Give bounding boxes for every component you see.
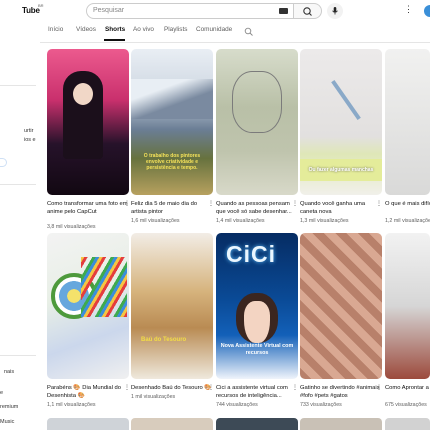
short-views: 1,3 mil visualizações <box>300 218 349 224</box>
sidebar-item-label[interactable]: Music <box>0 419 14 425</box>
short-title[interactable]: O que é mais difícil de Desenhar? <box>385 200 430 216</box>
more-options-icon[interactable]: ⋮ <box>292 200 298 207</box>
short-views: 733 visualizações <box>300 402 342 408</box>
short-views: 1,6 mil visualizações <box>131 218 180 224</box>
short-title[interactable]: Desenhado Baú do Tesouro 🎨 <box>131 384 213 392</box>
short-views: 1 mil visualizações <box>131 394 176 400</box>
youtube-channel-shorts-page: Tube BR Pesquisar ⋮ Início Vídeos Shorts… <box>0 0 430 430</box>
tab-playlists[interactable]: Playlists <box>164 26 187 33</box>
sidebar-divider <box>0 85 36 86</box>
thumbnail-art <box>331 80 361 120</box>
short-thumbnail[interactable]: Baú do Tesouro <box>131 233 213 379</box>
voice-search-button[interactable] <box>327 3 343 19</box>
thumbnail-caption: O trabalho dos pintores envolve criativi… <box>143 153 201 171</box>
short-thumbnail[interactable]: Ou fazer algumas manchas <box>300 49 382 195</box>
search-input[interactable]: Pesquisar <box>86 3 294 19</box>
sidebar-partial-button[interactable] <box>0 158 7 167</box>
sidebar-divider <box>0 184 36 185</box>
short-views: 1,2 mil visualizações <box>385 218 430 224</box>
sidebar-item-label[interactable]: nais <box>4 369 14 375</box>
more-options-icon[interactable]: ⋮ <box>376 200 382 207</box>
search-button[interactable] <box>294 3 322 19</box>
avatar[interactable] <box>424 5 430 17</box>
short-thumbnail[interactable] <box>300 233 382 379</box>
thumbnail-caption: Ou fazer algumas manchas <box>308 167 374 173</box>
more-options-icon[interactable]: ⋮ <box>208 384 214 391</box>
sidebar-divider <box>0 355 36 356</box>
short-title[interactable]: Cici a assistente virtual com recursos d… <box>216 384 298 400</box>
short-thumbnail[interactable] <box>300 418 382 430</box>
thumbnail-caption: CiCi <box>226 241 276 267</box>
active-tab-indicator <box>104 39 125 41</box>
thumbnail-art <box>232 71 282 133</box>
short-thumbnail[interactable] <box>385 418 430 430</box>
sidebar-item-label[interactable]: e <box>0 390 3 396</box>
short-thumbnail[interactable]: CiCi Nova Assistente Virtual com recurso… <box>216 233 298 379</box>
short-views: 675 visualizações <box>385 402 427 408</box>
tab-inicio[interactable]: Início <box>48 26 63 33</box>
more-options-icon[interactable]: ⋮ <box>208 200 214 207</box>
more-options-icon[interactable]: ⋮ <box>404 4 413 15</box>
short-thumbnail[interactable] <box>216 418 298 430</box>
more-options-icon[interactable]: ⋮ <box>292 384 298 391</box>
short-thumbnail[interactable] <box>385 233 430 379</box>
keyboard-icon[interactable] <box>279 8 288 14</box>
short-thumbnail[interactable] <box>216 49 298 195</box>
thumbnail-caption: Nova Assistente Virtual com recursos <box>220 343 294 356</box>
tab-ao-vivo[interactable]: Ao vivo <box>133 26 154 33</box>
short-thumbnail[interactable] <box>47 49 129 195</box>
short-title[interactable]: Gatinho se divertindo #animais #fofo #pe… <box>300 384 382 400</box>
short-thumbnail[interactable] <box>47 233 129 379</box>
short-views: 744 visualizações <box>216 402 258 408</box>
top-header: Tube BR Pesquisar ⋮ <box>0 0 430 22</box>
short-title[interactable]: Quando as pessoas pensam que você só sab… <box>216 200 298 216</box>
short-thumbnail[interactable]: O trabalho dos pintores envolve criativi… <box>131 49 213 195</box>
short-title[interactable]: Feliz dia 5 de maio dia do artista pinto… <box>131 200 213 216</box>
tab-comunidade[interactable]: Comunidade <box>196 26 232 33</box>
short-title[interactable]: Como transformar uma foto em anime pelo … <box>47 200 129 224</box>
more-options-icon[interactable]: ⋮ <box>124 200 130 207</box>
short-thumbnail[interactable] <box>131 418 213 430</box>
short-views: 1,4 mil visualizações <box>216 218 265 224</box>
short-title[interactable]: Como Aprontar a pr... aprontar o Lápis c… <box>385 384 430 400</box>
short-thumbnail[interactable] <box>47 418 129 430</box>
short-views: 3,8 mil visualizações <box>47 224 96 230</box>
channel-search-icon[interactable] <box>244 27 254 37</box>
search-icon <box>303 7 312 16</box>
short-views: 1,1 mil visualizações <box>47 402 96 408</box>
sidebar-item-label[interactable]: remium <box>0 404 18 410</box>
tab-shorts[interactable]: Shorts <box>105 26 125 33</box>
thumbnail-art <box>131 79 213 119</box>
more-options-icon[interactable]: ⋮ <box>124 384 130 391</box>
thumbnail-art <box>73 83 93 105</box>
sidebar-partial-text: urtir <box>24 128 34 134</box>
country-code: BR <box>38 3 44 8</box>
microphone-icon <box>332 7 338 15</box>
search-placeholder: Pesquisar <box>93 7 125 14</box>
short-title[interactable]: Quando você ganha uma caneta nova <box>300 200 382 216</box>
tab-videos[interactable]: Vídeos <box>76 26 96 33</box>
sidebar-partial-text: ios e <box>24 137 36 143</box>
thumbnail-art <box>81 257 127 317</box>
short-title[interactable]: Parabéns 🎨 Dia Mundial do Desenhista 🎨 <box>47 384 129 400</box>
short-thumbnail[interactable] <box>385 49 430 195</box>
thumbnail-art <box>236 293 278 343</box>
tabs-divider <box>40 42 430 43</box>
more-options-icon[interactable]: ⋮ <box>376 384 382 391</box>
thumbnail-caption: Baú do Tesouro <box>141 337 187 343</box>
